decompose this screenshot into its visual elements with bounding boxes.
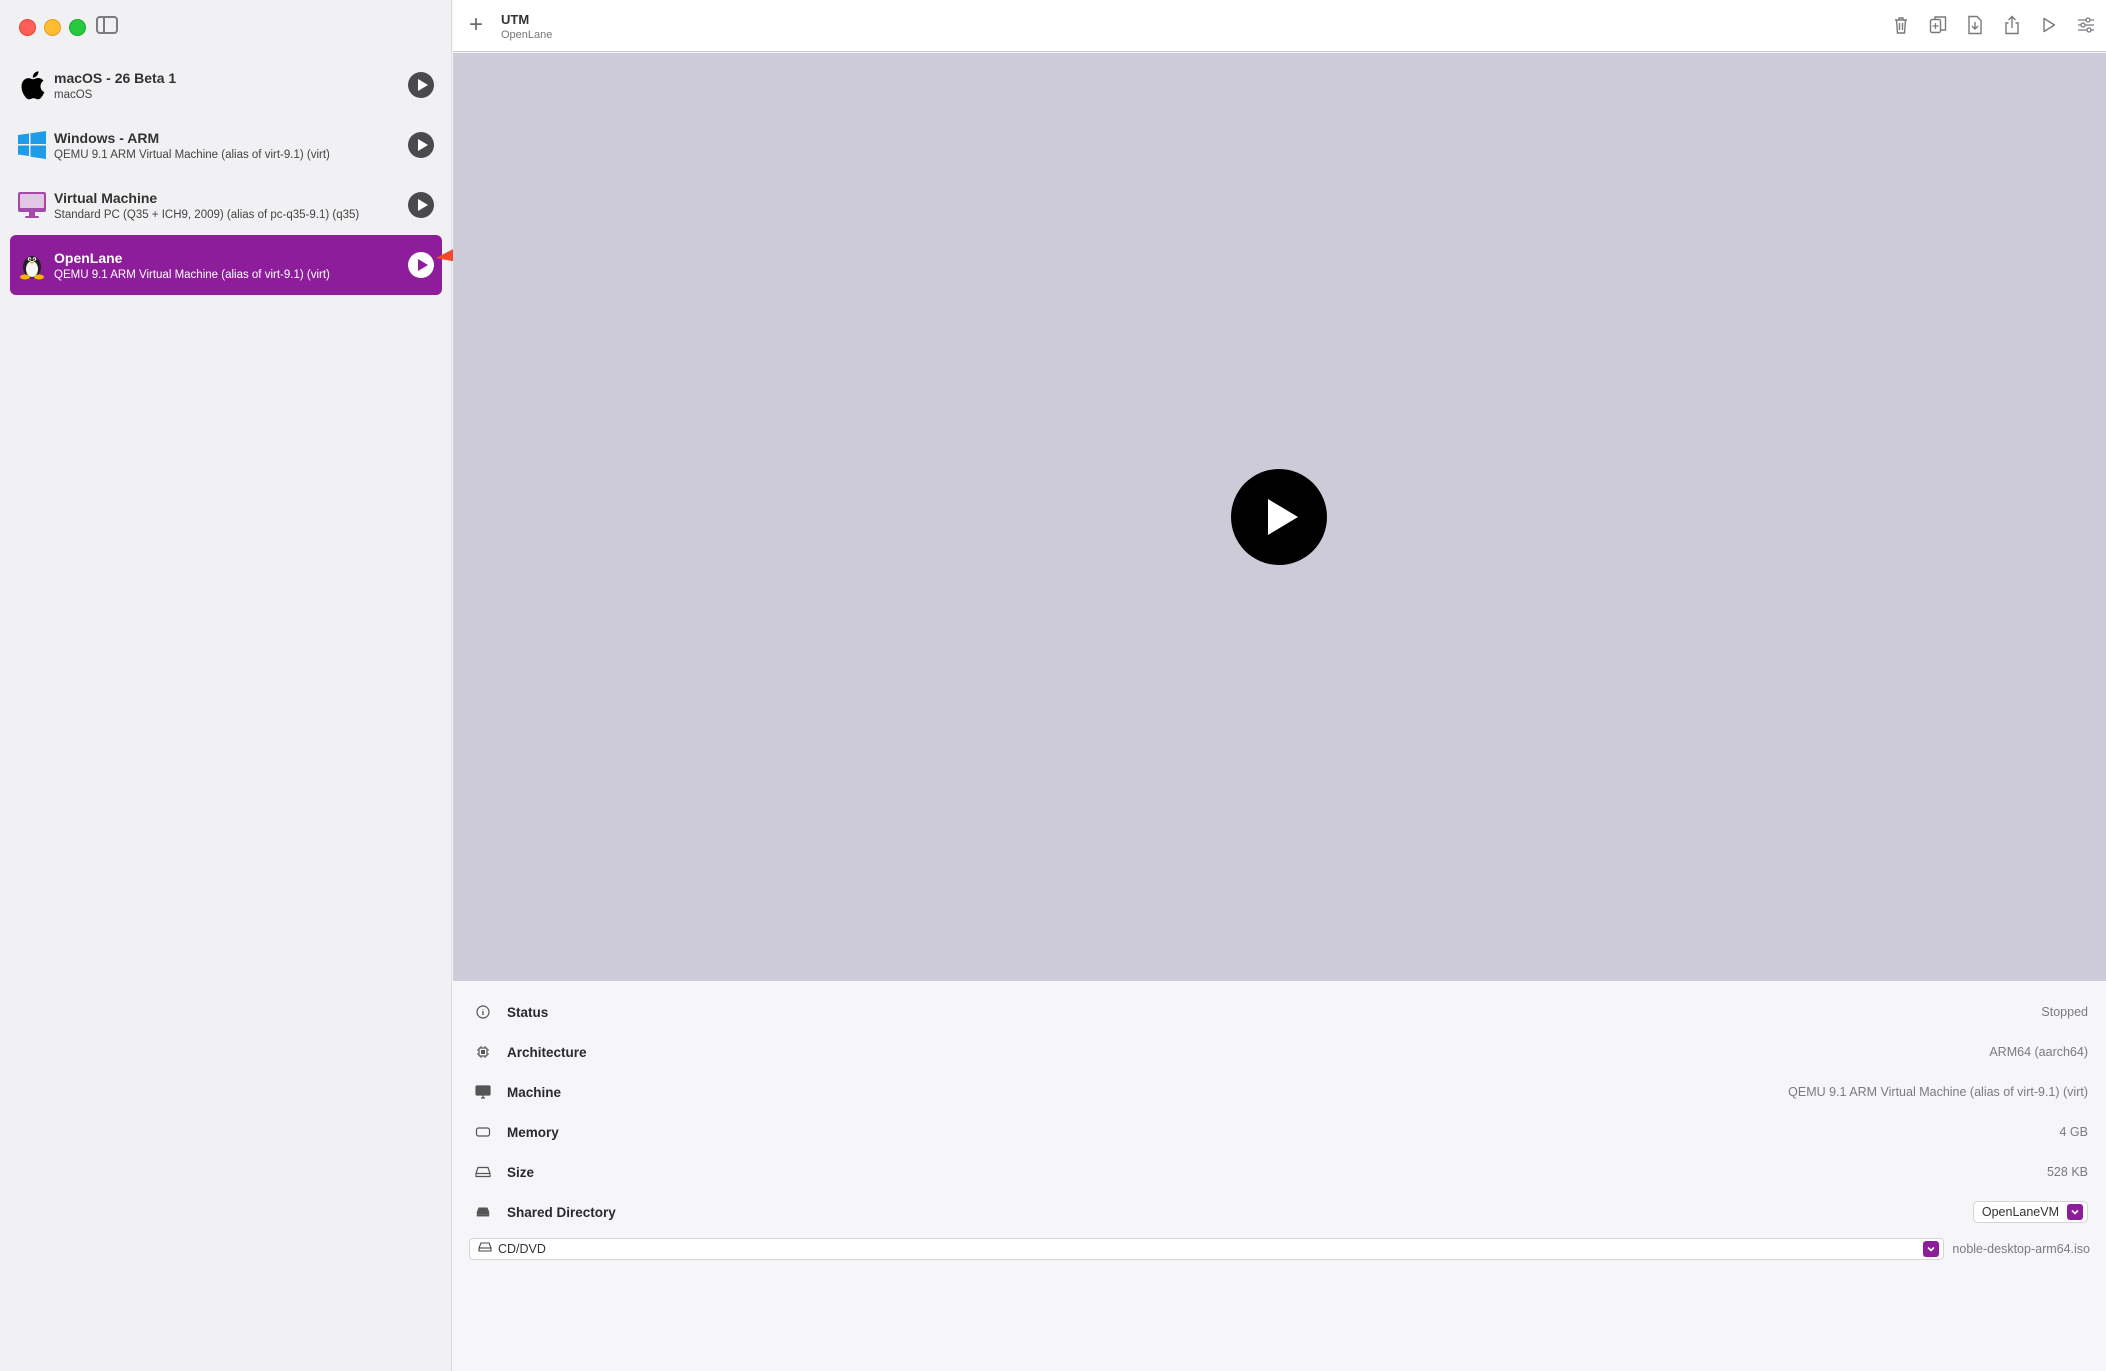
machine-row: Machine QEMU 9.1 ARM Virtual Machine (al… <box>475 1072 2088 1112</box>
minimize-window-button[interactable] <box>44 19 61 36</box>
vm-item-windows[interactable]: Windows - ARM QEMU 9.1 ARM Virtual Machi… <box>10 115 442 175</box>
vm-description: Standard PC (Q35 + ICH9, 2009) (alias of… <box>54 208 360 221</box>
play-button[interactable] <box>408 72 434 98</box>
vm-item-openlane[interactable]: OpenLane QEMU 9.1 ARM Virtual Machine (a… <box>10 235 442 295</box>
vm-item-virtual-machine[interactable]: Virtual Machine Standard PC (Q35 + ICH9,… <box>10 175 442 235</box>
export-icon[interactable] <box>1964 14 1985 36</box>
windows-icon <box>16 129 48 161</box>
sidebar-toggle-icon[interactable] <box>96 16 118 34</box>
drive-icon <box>475 1164 491 1180</box>
add-vm-button[interactable]: + <box>469 13 483 37</box>
vm-list: macOS - 26 Beta 1 macOS Windows - ARM QE… <box>10 55 442 295</box>
zoom-window-button[interactable] <box>69 19 86 36</box>
size-row: Size 528 KB <box>475 1152 2088 1192</box>
vm-description: macOS <box>54 88 93 101</box>
monitor-icon <box>16 189 48 221</box>
vm-item-macos[interactable]: macOS - 26 Beta 1 macOS <box>10 55 442 115</box>
vm-name: macOS - 26 Beta 1 <box>54 69 177 86</box>
status-label: Status <box>507 1004 549 1020</box>
app-title: UTM <box>501 12 530 27</box>
vm-details: Status Stopped Architecture ARM64 (aarch… <box>453 982 2106 1371</box>
window-controls <box>19 19 86 36</box>
settings-icon[interactable] <box>2075 14 2096 36</box>
cd-dvd-label: CD/DVD <box>498 1242 546 1256</box>
shared-directory-value: OpenLaneVM <box>1981 1205 2059 1219</box>
toolbar: + UTM OpenLane <box>453 0 2106 52</box>
status-row: Status Stopped <box>475 992 2088 1032</box>
memory-value: 4 GB <box>2059 1125 2089 1139</box>
status-value: Stopped <box>2041 1005 2088 1019</box>
cd-dvd-value: noble-desktop-arm64.iso <box>1952 1242 2090 1256</box>
vm-name: Windows - ARM <box>54 129 160 146</box>
shared-directory-label: Shared Directory <box>507 1204 616 1220</box>
disc-drive-icon <box>478 1240 492 1258</box>
memory-row: Memory 4 GB <box>475 1112 2088 1152</box>
size-label: Size <box>507 1164 535 1180</box>
play-button[interactable] <box>408 132 434 158</box>
clone-icon[interactable] <box>1927 14 1948 36</box>
machine-value: QEMU 9.1 ARM Virtual Machine (alias of v… <box>1788 1085 2088 1099</box>
cd-dvd-select[interactable]: CD/DVD <box>469 1238 1945 1260</box>
info-icon <box>475 1004 491 1020</box>
vm-preview <box>453 53 2106 981</box>
trash-icon[interactable] <box>1890 14 1911 36</box>
architecture-label: Architecture <box>507 1044 587 1060</box>
architecture-row: Architecture ARM64 (aarch64) <box>475 1032 2088 1072</box>
share-icon[interactable] <box>2001 14 2022 36</box>
architecture-value: ARM64 (aarch64) <box>1989 1045 2088 1059</box>
shared-directory-select[interactable]: OpenLaneVM <box>1972 1201 2088 1223</box>
toolbar-actions <box>1890 14 2096 36</box>
memory-icon <box>475 1124 491 1140</box>
memory-label: Memory <box>507 1124 559 1140</box>
network-drive-icon <box>475 1204 491 1220</box>
chevron-down-icon <box>1923 1241 1940 1257</box>
start-vm-button[interactable] <box>1231 469 1327 565</box>
cd-dvd-row: CD/DVD noble-desktop-arm64.iso <box>469 1237 2090 1261</box>
close-window-button[interactable] <box>19 19 36 36</box>
apple-icon <box>16 69 48 101</box>
vm-name: Virtual Machine <box>54 189 158 206</box>
sidebar: macOS - 26 Beta 1 macOS Windows - ARM QE… <box>0 0 452 1371</box>
title-block: UTM OpenLane <box>501 12 552 41</box>
display-icon <box>475 1084 491 1100</box>
linux-icon <box>16 249 48 281</box>
chevron-down-icon <box>2067 1204 2083 1220</box>
size-value: 528 KB <box>2046 1165 2088 1179</box>
vm-name: OpenLane <box>54 249 123 266</box>
shared-directory-row: Shared Directory OpenLaneVM <box>475 1192 2088 1232</box>
run-icon[interactable] <box>2038 14 2059 36</box>
app-subtitle: OpenLane <box>501 29 553 41</box>
vm-description: QEMU 9.1 ARM Virtual Machine (alias of v… <box>54 268 330 281</box>
machine-label: Machine <box>507 1084 562 1100</box>
vm-description: QEMU 9.1 ARM Virtual Machine (alias of v… <box>54 148 330 161</box>
cpu-icon <box>475 1044 491 1060</box>
